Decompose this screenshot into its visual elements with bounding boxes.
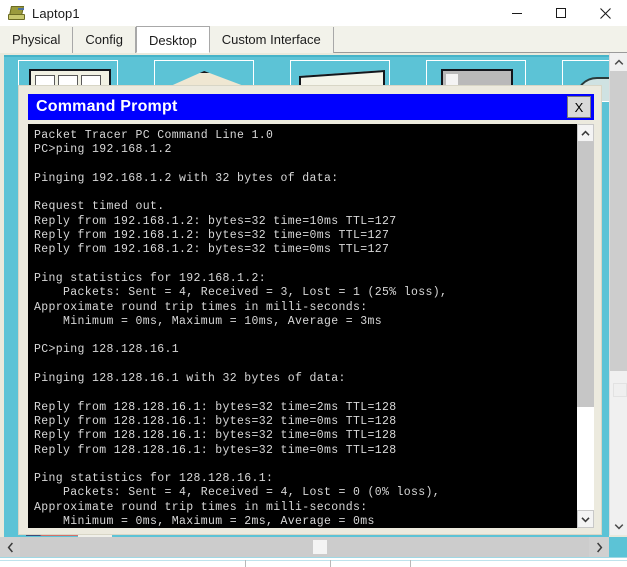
maximize-button[interactable] [539, 0, 583, 26]
maximize-icon [556, 8, 566, 18]
chevron-right-icon [596, 542, 602, 552]
panel-scroll-up-button[interactable] [610, 53, 627, 71]
panel-scroll-corner-box [613, 383, 627, 397]
command-prompt-title: Command Prompt [36, 98, 178, 115]
tab-config[interactable]: Config [73, 27, 136, 53]
terminal-text: Packet Tracer PC Command Line 1.0 PC>pin… [34, 129, 448, 528]
terminal-scroll-up-button[interactable] [577, 124, 594, 142]
panel-horizontal-scrollbar[interactable] [0, 537, 627, 557]
panel-scroll-left-button[interactable] [0, 537, 20, 557]
terminal-scrollbar[interactable] [576, 124, 594, 528]
panel-hscroll-endcap [609, 537, 627, 557]
terminal-scroll-down-button[interactable] [577, 510, 594, 528]
desktop-panel: Command Prompt X Packet Tracer PC Comman… [0, 53, 627, 567]
chevron-up-icon [614, 59, 623, 65]
minimize-icon [512, 13, 522, 14]
tab-desktop[interactable]: Desktop [136, 26, 210, 53]
chevron-up-icon [581, 129, 590, 136]
command-prompt-close-button[interactable]: X [567, 96, 591, 118]
terminal-area: Packet Tracer PC Command Line 1.0 PC>pin… [28, 124, 594, 528]
window-title: Laptop1 [32, 5, 80, 21]
terminal-output[interactable]: Packet Tracer PC Command Line 1.0 PC>pin… [28, 124, 576, 528]
panel-top-rule [4, 55, 609, 57]
tab-physical[interactable]: Physical [0, 27, 74, 53]
panel-scroll-down-button[interactable] [610, 517, 627, 535]
minimize-button[interactable] [495, 0, 539, 26]
panel-scroll-thumb[interactable] [610, 71, 627, 371]
panel-hscroll-track[interactable] [20, 537, 589, 557]
chevron-down-icon [614, 523, 623, 529]
terminal-scroll-thumb[interactable] [577, 142, 594, 407]
panel-hscroll-thumb[interactable] [313, 540, 327, 554]
panel-scroll-track[interactable] [610, 71, 627, 517]
command-prompt-titlebar[interactable]: Command Prompt X [28, 94, 594, 120]
close-icon [599, 7, 611, 19]
terminal-scroll-track[interactable] [577, 142, 594, 510]
laptop-icon [8, 6, 25, 20]
laptop-device-window: Laptop1 Physical Config Desktop Custom I… [0, 0, 627, 567]
panel-scroll-right-button[interactable] [589, 537, 609, 557]
window-footer [0, 557, 627, 567]
tab-bar: Physical Config Desktop Custom Interface [0, 26, 627, 53]
chevron-left-icon [7, 542, 13, 552]
command-prompt-window: Command Prompt X Packet Tracer PC Comman… [18, 85, 602, 535]
chevron-down-icon [581, 516, 590, 523]
window-controls [495, 0, 627, 26]
window-titlebar: Laptop1 [0, 0, 627, 26]
desktop-surface: Command Prompt X Packet Tracer PC Comman… [4, 55, 609, 538]
close-button[interactable] [583, 0, 627, 26]
panel-vertical-scrollbar[interactable] [609, 53, 627, 535]
tab-custom-interface[interactable]: Custom Interface [209, 27, 334, 53]
